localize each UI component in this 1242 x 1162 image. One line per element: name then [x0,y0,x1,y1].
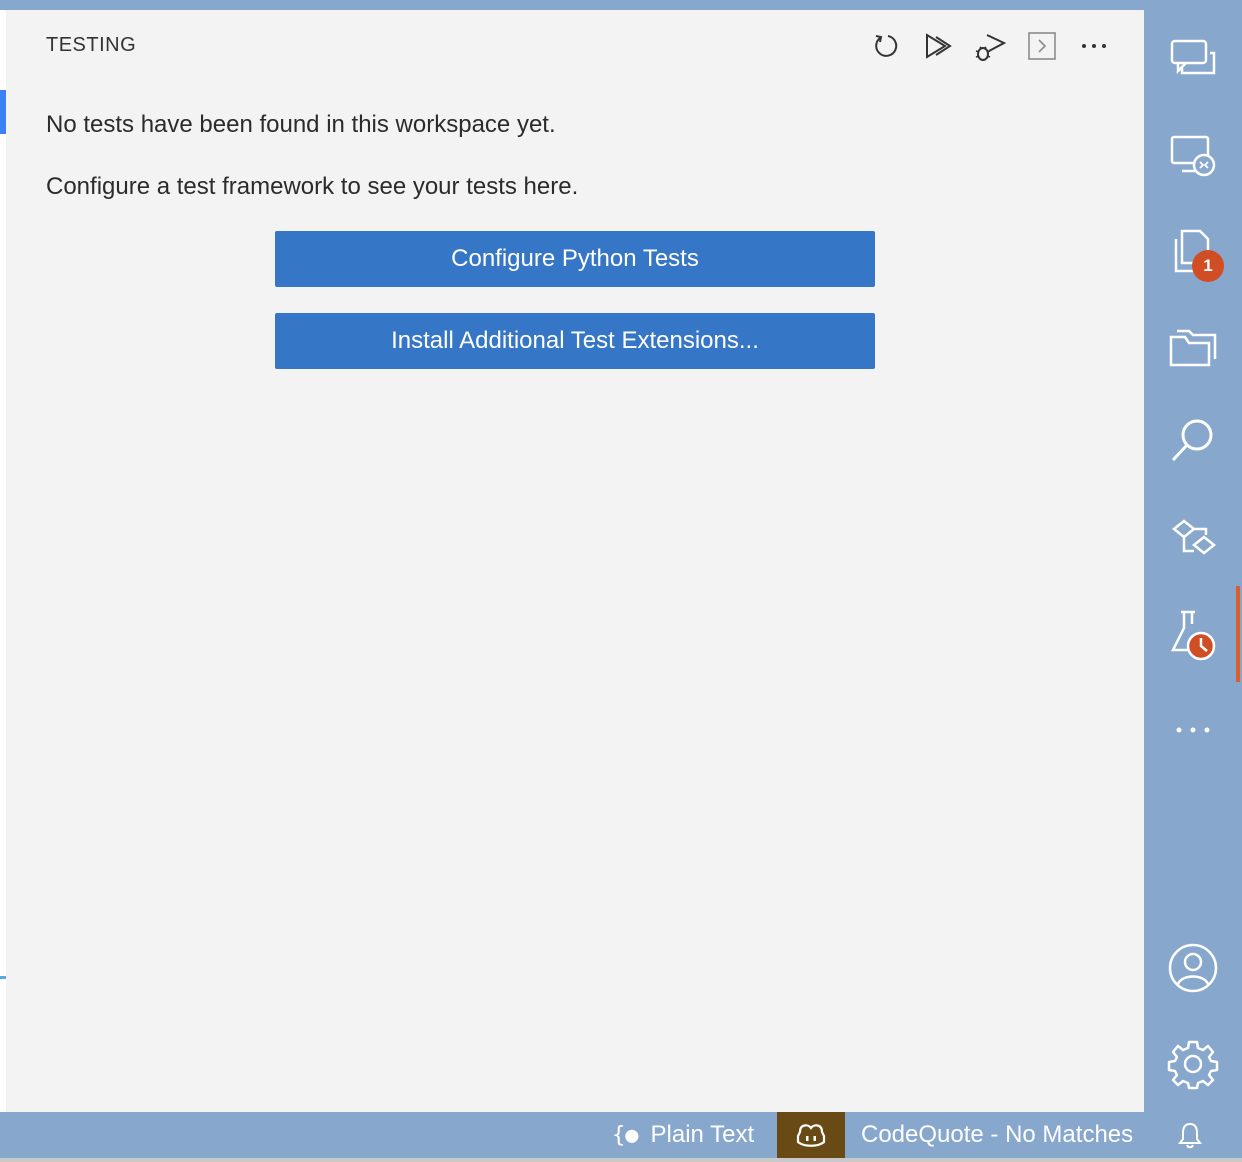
refresh-tests-button[interactable] [868,28,904,64]
panel-title: TESTING [46,34,137,56]
notifications-button[interactable] [1178,1112,1202,1158]
testing-icon [1170,610,1216,661]
activity-remote-explorer[interactable] [1163,126,1223,186]
settings-gear-icon [1167,1040,1219,1090]
refresh-icon [875,35,898,57]
braces-icon: {● [612,1122,639,1148]
window-top-border [0,0,1242,10]
configure-hint-message: Configure a test framework to see your t… [46,173,579,200]
run-all-tests-button[interactable] [920,28,956,64]
panel-toolbar [868,28,1112,64]
activity-accounts[interactable] [1163,938,1223,998]
copilot-icon [796,1124,826,1147]
activity-settings[interactable] [1163,1034,1223,1094]
more-actions-icon [1082,44,1106,48]
explorer-badge: 1 [1192,250,1224,282]
debug-tests-icon [975,34,1007,61]
more-actions-button[interactable] [1076,28,1112,64]
activity-testing[interactable] [1163,604,1223,664]
show-output-button[interactable] [1024,28,1060,64]
no-tests-message: No tests have been found in this workspa… [46,111,556,138]
configure-python-tests-button[interactable]: Configure Python Tests [275,231,875,287]
folders-icon [1169,329,1217,367]
activity-source-control[interactable] [1163,506,1223,566]
codequote-status[interactable]: CodeQuote - No Matches [861,1112,1133,1158]
remote-explorer-icon [1170,135,1216,177]
activity-bar: 1 [1144,10,1242,1112]
bell-icon [1178,1122,1202,1149]
search-icon [1171,419,1213,462]
activity-search[interactable] [1163,410,1223,470]
status-bar: {● Plain Text CodeQuote - No Matches [0,1112,1242,1158]
show-output-icon [1028,32,1056,60]
accounts-icon [1168,943,1218,993]
source-control-icon [1171,519,1217,555]
language-mode-label: Plain Text [650,1121,755,1148]
active-view-indicator [1236,586,1240,682]
debug-all-tests-button[interactable] [972,28,1008,64]
activity-chat[interactable] [1163,28,1223,88]
chat-icon [1170,39,1216,75]
activity-folders[interactable] [1163,316,1223,376]
copilot-status[interactable] [777,1112,845,1158]
language-mode-selector[interactable]: {● Plain Text [612,1112,754,1158]
testing-panel: TESTING No tests have been found in this… [6,10,1144,1112]
more-icon [1176,727,1210,733]
activity-more[interactable] [1163,700,1223,760]
run-tests-icon [926,33,952,59]
window-bottom-edge [0,1158,1242,1162]
install-test-extensions-button[interactable]: Install Additional Test Extensions... [275,313,875,369]
